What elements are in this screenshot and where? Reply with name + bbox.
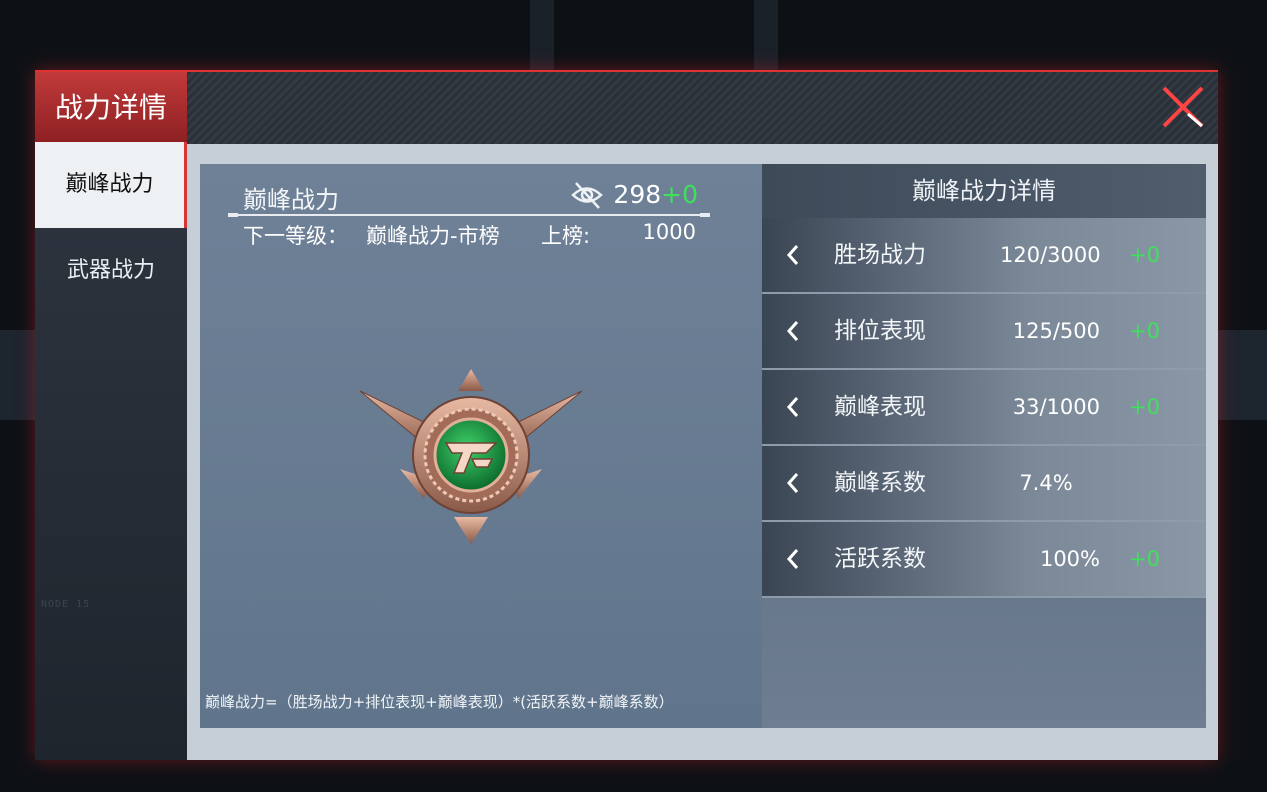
next-level-name: 巅峰战力-市榜 bbox=[366, 224, 500, 248]
combat-power-panel: 战力详情 巅峰战力 武器战力 NODE 15 巅峰战力 298+0 下一等级： … bbox=[35, 70, 1218, 760]
decorative-code: NODE 15 bbox=[41, 599, 91, 610]
detail-row-delta: +0 bbox=[1129, 395, 1160, 419]
summary-score: 298+0 bbox=[613, 180, 698, 209]
sidebar: 巅峰战力 武器战力 NODE 15 bbox=[35, 142, 187, 760]
detail-row-name: 巅峰表现 bbox=[834, 394, 926, 420]
detail-row-win-power[interactable]: 胜场战力 120/3000 +0 bbox=[762, 218, 1206, 294]
score-delta: +0 bbox=[661, 180, 698, 209]
chevron-left-icon bbox=[786, 397, 799, 417]
detail-row-name: 巅峰系数 bbox=[834, 470, 926, 496]
detail-row-delta: +0 bbox=[1129, 547, 1160, 571]
detail-row-peak-performance[interactable]: 巅峰表现 33/1000 +0 bbox=[762, 370, 1206, 446]
panel-header: 战力详情 bbox=[35, 70, 1218, 144]
detail-row-activity-coefficient[interactable]: 活跃系数 100% +0 bbox=[762, 522, 1206, 598]
peak-power-details: 巅峰战力详情 胜场战力 120/3000 +0 排位表现 125/500 +0 … bbox=[762, 164, 1206, 728]
tab-peak-power[interactable]: 巅峰战力 bbox=[35, 142, 187, 228]
details-title: 巅峰战力详情 bbox=[762, 164, 1206, 218]
detail-row-delta: +0 bbox=[1129, 243, 1160, 267]
detail-row-name: 胜场战力 bbox=[834, 242, 926, 268]
peak-power-summary: 巅峰战力 298+0 下一等级： 巅峰战力-市榜 上榜: 1000 巅峰战力=（… bbox=[200, 164, 762, 728]
detail-row-name: 排位表现 bbox=[834, 318, 926, 344]
summary-divider bbox=[228, 213, 710, 217]
close-icon bbox=[1162, 86, 1204, 128]
detail-row-name: 活跃系数 bbox=[834, 546, 926, 572]
chevron-left-icon bbox=[786, 473, 799, 493]
chevron-left-icon bbox=[786, 245, 799, 265]
summary-title: 巅峰战力 bbox=[243, 186, 339, 214]
next-level-label: 下一等级： bbox=[243, 224, 348, 248]
detail-row-delta: +0 bbox=[1129, 319, 1160, 343]
close-button[interactable] bbox=[1160, 84, 1206, 130]
rank-threshold-value: 1000 bbox=[642, 220, 696, 244]
background-v-shape bbox=[530, 0, 778, 70]
panel-title: 战力详情 bbox=[35, 72, 187, 144]
rank-threshold-label: 上榜: bbox=[541, 224, 591, 248]
power-formula: 巅峰战力=（胜场战力+排位表现+巅峰表现）*(活跃系数+巅峰系数） bbox=[205, 693, 674, 711]
detail-row-value: 7.4% bbox=[1019, 471, 1073, 495]
chevron-left-icon bbox=[786, 321, 799, 341]
chevron-left-icon bbox=[786, 549, 799, 569]
detail-row-peak-coefficient[interactable]: 巅峰系数 7.4% bbox=[762, 446, 1206, 522]
tab-weapon-power[interactable]: 武器战力 bbox=[35, 228, 187, 314]
score-value: 298 bbox=[613, 180, 662, 209]
rank-badge-icon bbox=[360, 369, 582, 544]
eye-slash-icon[interactable] bbox=[570, 178, 604, 212]
detail-row-ranked-performance[interactable]: 排位表现 125/500 +0 bbox=[762, 294, 1206, 370]
